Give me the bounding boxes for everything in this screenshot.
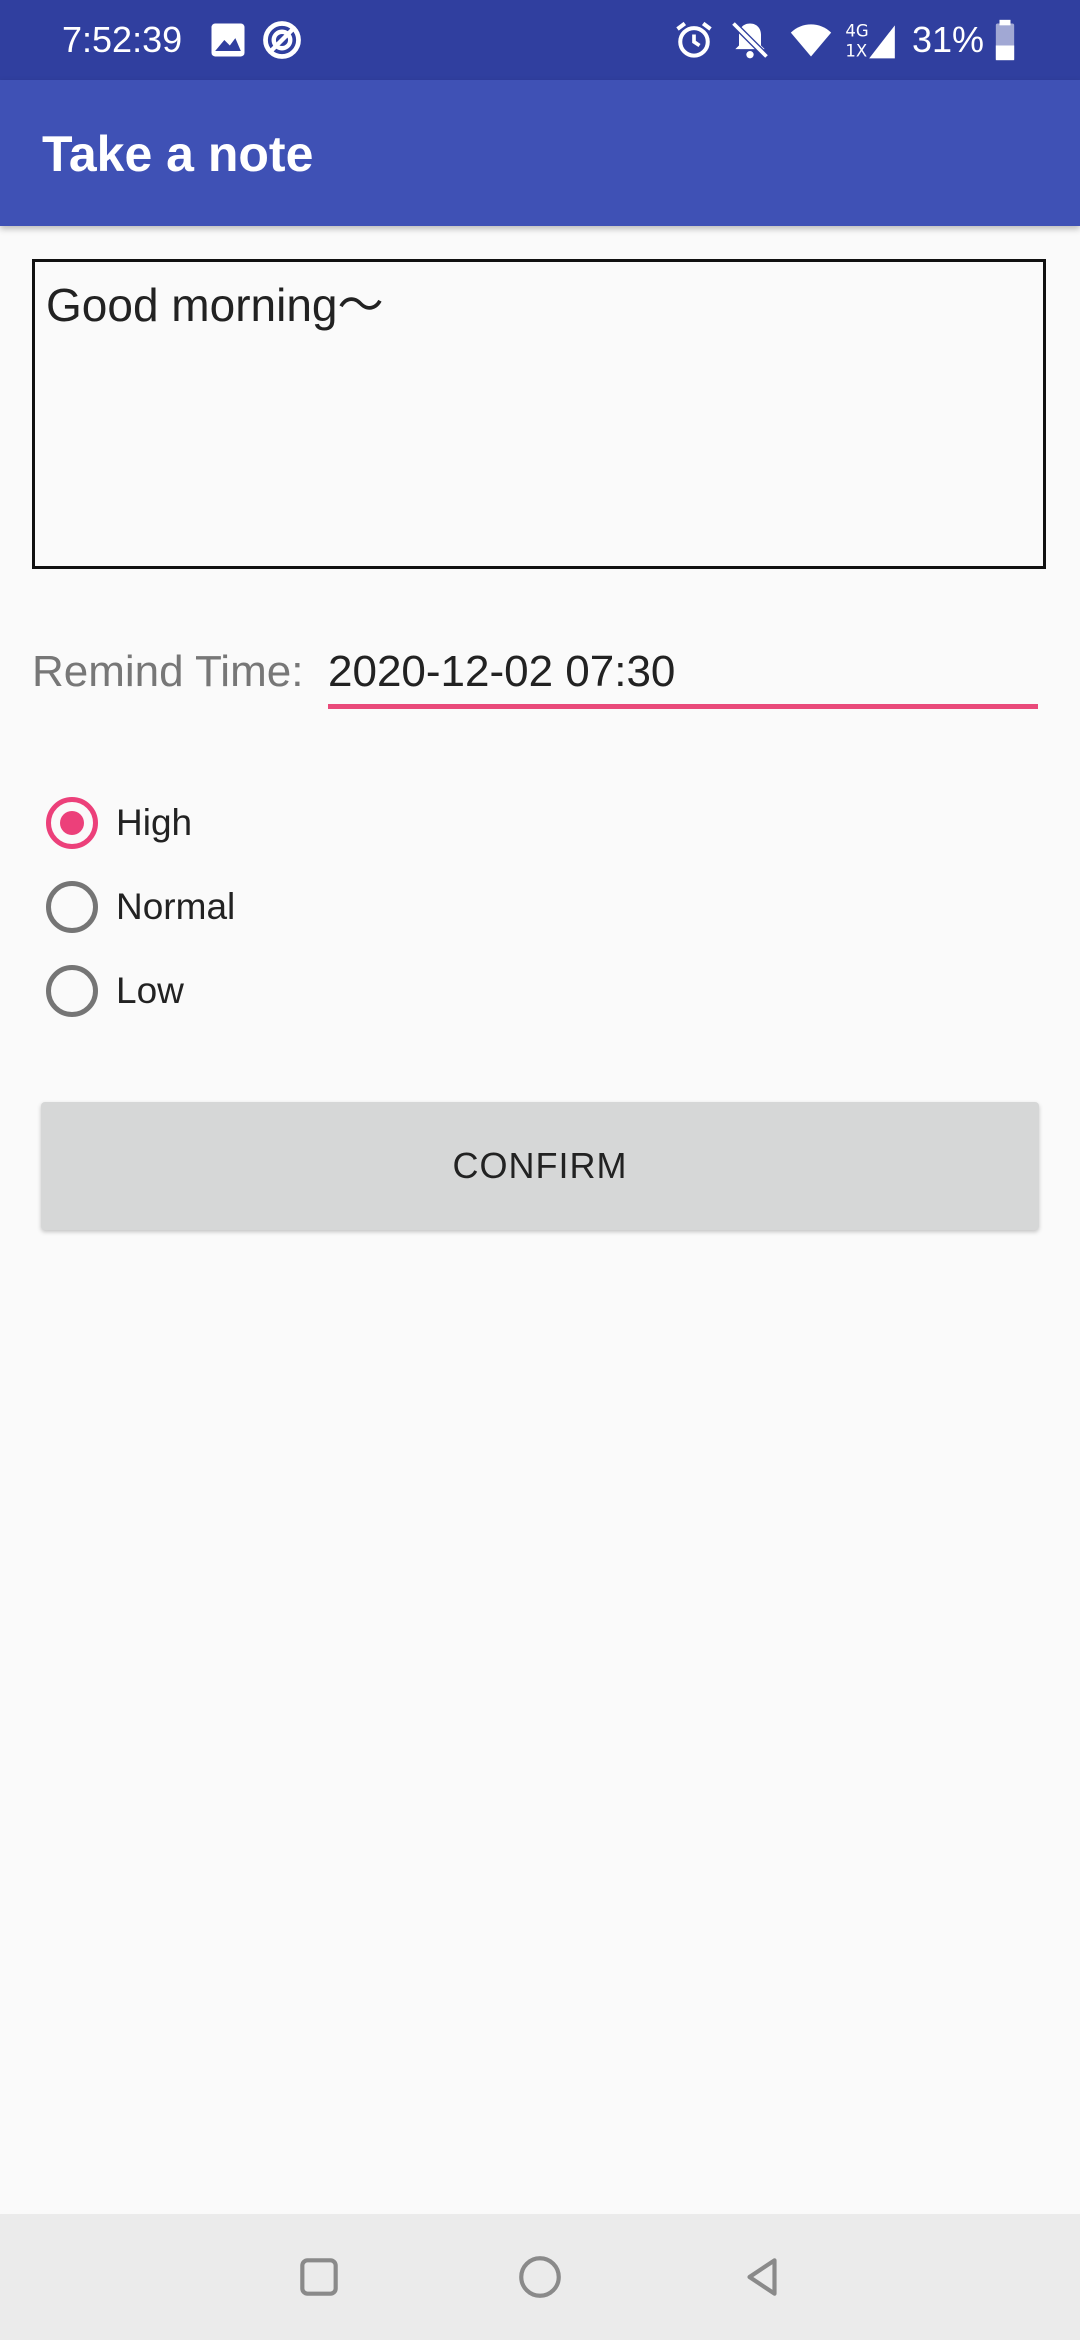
alarm-icon (676, 21, 712, 58)
svg-text:4G: 4G (845, 21, 868, 40)
wifi-icon (790, 24, 832, 57)
radio-unchecked-icon (46, 881, 98, 933)
bell-off-icon (731, 21, 769, 59)
navigation-bar (0, 2214, 1080, 2340)
status-time: 7:52:39 (62, 19, 183, 60)
svg-text:1X: 1X (845, 42, 867, 61)
radio-normal-label: Normal (116, 886, 236, 927)
radio-low-label: Low (116, 970, 184, 1011)
app-bar: Take a note (0, 80, 1080, 226)
radio-unchecked-icon (46, 965, 98, 1017)
page-title: Take a note (42, 126, 314, 182)
image-icon (211, 23, 245, 57)
battery-percent: 31% (912, 19, 985, 60)
note-text-area[interactable]: Good morning～ (32, 259, 1046, 569)
recents-icon[interactable] (294, 2252, 344, 2302)
remind-time-underline (328, 704, 1038, 709)
signal-4g-icon: 4G 1X (845, 21, 895, 61)
radio-high-label: High (116, 802, 193, 843)
radio-dot (60, 811, 84, 835)
home-icon[interactable] (515, 2252, 565, 2302)
battery-icon (995, 19, 1015, 61)
remind-time-label: Remind Time: (32, 647, 304, 696)
confirm-button[interactable]: CONFIRM (41, 1102, 1039, 1230)
confirm-button-label: CONFIRM (452, 1145, 628, 1186)
remind-time-value: 2020-12-02 07:30 (328, 647, 676, 696)
status-bar: 7:52:39 4G 1X 31% (0, 0, 1080, 80)
remind-time-input[interactable]: 2020-12-02 07:30 (328, 642, 1038, 710)
note-content: Good morning～ (46, 279, 384, 331)
radio-checked-icon (46, 797, 98, 849)
back-icon[interactable] (737, 2252, 787, 2302)
sync-icon (263, 21, 301, 59)
